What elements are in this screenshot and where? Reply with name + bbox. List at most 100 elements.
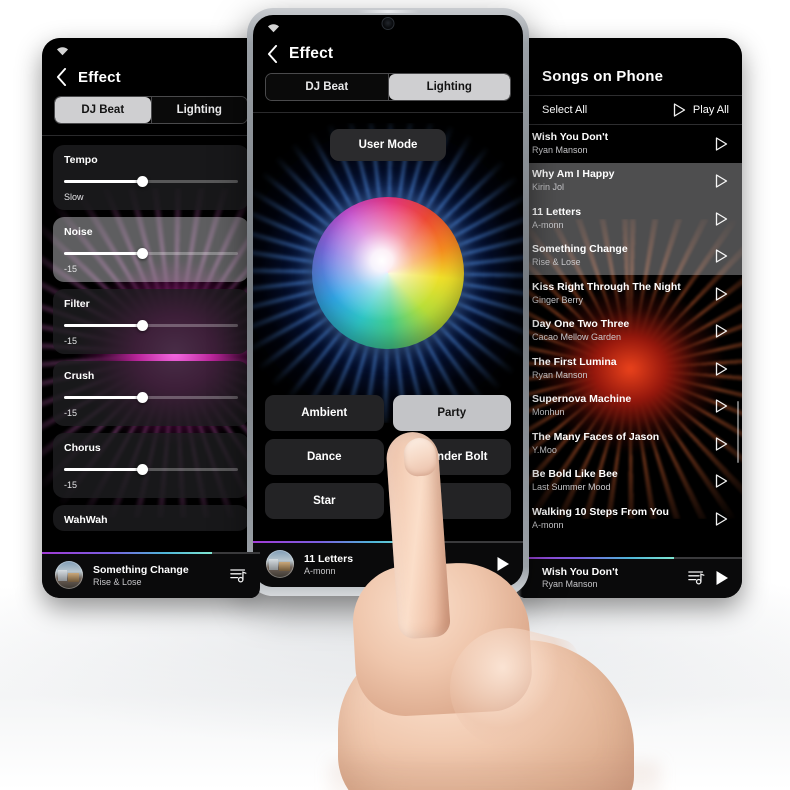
color-wheel-picker[interactable] <box>312 197 464 349</box>
tempo-slider[interactable] <box>64 176 238 187</box>
thumb-ridge <box>437 615 583 761</box>
status-bar <box>516 38 742 64</box>
effect-card-noise[interactable]: Noise -15 <box>53 217 249 282</box>
play-outline-icon[interactable] <box>715 174 728 188</box>
table-row[interactable]: Walking 10 Steps From You A-monn <box>516 500 742 538</box>
palm <box>338 640 634 790</box>
table-row[interactable]: Supernova Machine Monhun <box>516 388 742 426</box>
play-outline-icon[interactable] <box>715 399 728 413</box>
mode-button-ambient[interactable]: Ambient <box>265 395 384 431</box>
slider-fill <box>64 324 143 327</box>
play-outline-icon[interactable] <box>715 137 728 151</box>
effect-label: Noise <box>64 226 93 238</box>
now-playing-bar[interactable]: 11 Letters A-monn <box>253 540 523 587</box>
now-playing-title: Something Change <box>93 563 189 576</box>
play-outline-icon[interactable] <box>715 287 728 301</box>
crush-slider[interactable] <box>64 392 238 403</box>
table-row[interactable]: The Many Faces of Jason Y.Moo <box>516 425 742 463</box>
slider-fill <box>64 180 143 183</box>
effect-card-wahwah[interactable]: WahWah <box>53 505 249 531</box>
center-phone-screen: Effect DJ Beat Lighting User Mode Ambien… <box>253 15 523 587</box>
table-row[interactable]: Be Bold Like Bee Last Summer Mood <box>516 463 742 501</box>
now-playing-title: Wish You Don't <box>542 566 619 578</box>
effect-card-crush[interactable]: Crush -15 <box>53 361 249 426</box>
scrollbar-thumb[interactable] <box>736 401 739 463</box>
filter-slider[interactable] <box>64 320 238 331</box>
play-outline-icon[interactable] <box>715 212 728 226</box>
effect-card-chorus[interactable]: Chorus -15 <box>53 433 249 498</box>
list-toolbar: Select All Play All <box>516 96 742 124</box>
progress-fill <box>516 556 675 559</box>
chorus-slider[interactable] <box>64 464 238 475</box>
effect-tabs: DJ Beat Lighting <box>54 96 248 124</box>
page-title: Effect <box>78 68 121 86</box>
effect-value: -15 <box>64 480 78 490</box>
tab-dj-beat[interactable]: DJ Beat <box>266 74 388 100</box>
slider-knob[interactable] <box>136 464 148 475</box>
play-outline-icon[interactable] <box>715 474 728 488</box>
table-row[interactable]: The First Lumina Ryan Manson <box>516 350 742 388</box>
play-outline-icon[interactable] <box>715 249 728 263</box>
play-outline-icon[interactable] <box>715 437 728 451</box>
status-bar <box>42 38 260 64</box>
hand-shadow <box>330 762 660 790</box>
select-all-button[interactable]: Select All <box>542 104 587 116</box>
slider-knob[interactable] <box>136 320 148 331</box>
slider-fill <box>64 252 143 255</box>
now-playing-title: 11 Letters <box>304 552 354 565</box>
now-playing-meta: Wish You Don't Ryan Manson <box>542 566 678 589</box>
table-row[interactable]: Wish You Don't Ryan Manson <box>516 125 742 163</box>
effect-card-tempo[interactable]: Tempo Slow <box>53 145 249 210</box>
noise-slider[interactable] <box>64 248 238 259</box>
play-outline-icon[interactable] <box>715 324 728 338</box>
user-mode-row: User Mode <box>253 113 523 161</box>
wifi-icon <box>56 47 69 56</box>
page-title: Effect <box>289 45 334 62</box>
song-title: Why Am I Happy <box>532 168 615 181</box>
queue-music-icon[interactable] <box>230 568 247 583</box>
table-row[interactable]: Why Am I Happy Kirin Jol <box>516 162 742 200</box>
effect-card-filter[interactable]: Filter -15 <box>53 289 249 354</box>
slider-knob[interactable] <box>136 176 148 187</box>
slider-knob[interactable] <box>136 392 148 403</box>
song-title: The First Lumina <box>532 355 617 368</box>
mode-button-dance[interactable]: Dance <box>265 439 384 475</box>
play-icon[interactable] <box>715 570 729 586</box>
chevron-left-icon[interactable] <box>267 45 278 63</box>
play-icon[interactable] <box>496 556 510 572</box>
progress-bar[interactable] <box>42 551 260 554</box>
progress-bar[interactable] <box>516 556 742 559</box>
user-mode-button[interactable]: User Mode <box>330 129 446 161</box>
play-outline-icon[interactable] <box>715 362 728 376</box>
song-artist: Ryan Manson <box>532 369 588 380</box>
play-outline-icon[interactable] <box>715 512 728 526</box>
queue-music-icon[interactable] <box>688 570 705 585</box>
mode-button-star[interactable]: Star <box>265 483 384 519</box>
chevron-left-icon[interactable] <box>56 68 67 86</box>
song-artist: Kirin Jol <box>532 182 565 193</box>
now-playing-artist: Rise & Lose <box>93 576 142 587</box>
now-playing-bar[interactable]: Something Change Rise & Lose <box>42 551 260 598</box>
now-playing-meta: Something Change Rise & Lose <box>93 564 220 587</box>
tab-dj-beat[interactable]: DJ Beat <box>55 97 151 123</box>
center-phone: Effect DJ Beat Lighting User Mode Ambien… <box>247 8 529 596</box>
slider-knob[interactable] <box>136 248 148 259</box>
table-row[interactable]: Kiss Right Through The Night Ginger Berr… <box>516 275 742 313</box>
now-playing-bar[interactable]: Wish You Don't Ryan Manson <box>516 556 742 598</box>
tab-lighting[interactable]: Lighting <box>151 97 247 123</box>
left-phone: Effect DJ Beat Lighting Tempo Slow Noise… <box>42 38 260 598</box>
album-art-thumbnail <box>266 550 294 578</box>
right-phone: Songs on Phone Select All Play All Wish … <box>516 38 742 598</box>
mode-button-empty[interactable] <box>392 483 511 519</box>
table-row[interactable]: 11 Letters A-monn <box>516 200 742 238</box>
play-all-button[interactable]: Play All <box>673 103 729 117</box>
effect-value: Slow <box>64 192 84 202</box>
table-row[interactable]: Day One Two Three Cacao Mellow Garden <box>516 313 742 351</box>
table-row[interactable]: Something Change Rise & Lose <box>516 237 742 275</box>
progress-bar[interactable] <box>253 540 523 543</box>
mode-button-thunder-bolt[interactable]: Thunder Bolt <box>392 439 511 475</box>
tab-lighting[interactable]: Lighting <box>388 74 510 100</box>
mode-button-party[interactable]: Party <box>392 395 511 431</box>
song-artist: Last Summer Mood <box>532 482 611 493</box>
song-title: Be Bold Like Bee <box>532 468 618 481</box>
